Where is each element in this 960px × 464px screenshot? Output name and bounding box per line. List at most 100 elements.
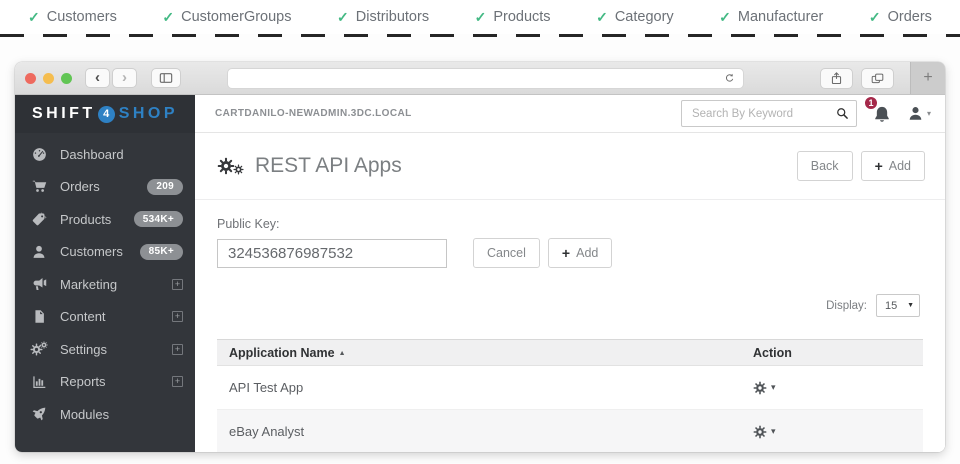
check-item-customergroups: ✓ CustomerGroups	[162, 9, 291, 26]
expand-icon[interactable]: +	[172, 376, 183, 387]
person-icon	[30, 244, 48, 260]
check-item-distributors: ✓ Distributors	[337, 9, 429, 26]
add-app-button[interactable]: + Add	[861, 151, 925, 181]
check-icon: ✓	[475, 9, 487, 26]
form-add-button[interactable]: + Add	[548, 238, 612, 268]
check-item-orders: ✓ Orders	[869, 9, 932, 26]
sidebar-item-settings[interactable]: Settings +	[15, 333, 195, 366]
check-item-label: Orders	[888, 9, 932, 25]
display-label: Display:	[826, 300, 867, 312]
sidebar: SHIFT 4 SHOP Dashboard	[15, 95, 195, 452]
check-item-products: ✓ Products	[475, 9, 551, 26]
sidebar-item-label: Content	[60, 309, 106, 324]
address-bar[interactable]	[227, 68, 744, 89]
sidebar-toggle-button[interactable]	[151, 68, 181, 88]
caret-down-icon: ▾	[771, 382, 776, 393]
row-action-menu-button[interactable]: ▾	[753, 381, 923, 395]
table-header: Application Name▲ Action	[217, 339, 923, 366]
notification-badge: 1	[863, 95, 879, 111]
cancel-button[interactable]: Cancel	[473, 238, 540, 268]
browser-forward-button[interactable]: ›	[112, 68, 137, 88]
gear-icon	[753, 381, 767, 395]
sidebar-item-label: Marketing	[60, 277, 117, 292]
share-button[interactable]	[820, 68, 853, 89]
user-menu-button[interactable]: ▾	[907, 105, 931, 122]
page-header: REST API Apps Back + Add	[195, 133, 945, 200]
table-row: eBay Analyst ▾	[217, 410, 923, 452]
check-icon: ✓	[162, 9, 174, 26]
sidebar-item-customers[interactable]: Customers 85K+	[15, 236, 195, 269]
plus-icon: +	[562, 245, 570, 261]
display-select-value: 15	[885, 300, 897, 312]
customers-count-badge: 85K+	[140, 244, 183, 260]
browser-chrome: ‹ ›	[15, 62, 945, 95]
sidebar-toggle-icon	[158, 70, 174, 86]
logo-text-left: SHIFT	[32, 105, 96, 123]
sidebar-item-label: Dashboard	[60, 147, 124, 162]
sidebar-item-label: Products	[60, 212, 111, 227]
reload-icon[interactable]	[723, 72, 736, 85]
sidebar-item-modules[interactable]: Modules	[15, 398, 195, 431]
check-item-customers: ✓ Customers	[28, 9, 117, 26]
check-item-label: Category	[615, 9, 674, 25]
sidebar-item-reports[interactable]: Reports +	[15, 366, 195, 399]
expand-icon[interactable]: +	[172, 344, 183, 355]
close-window-button[interactable]	[25, 73, 36, 84]
table-row: API Test App ▾	[217, 366, 923, 410]
sidebar-item-marketing[interactable]: Marketing +	[15, 268, 195, 301]
back-button[interactable]: Back	[797, 151, 853, 181]
check-icon: ✓	[719, 9, 731, 26]
tab-overview-button[interactable]	[861, 68, 894, 89]
tags-icon	[30, 211, 48, 228]
sidebar-item-label: Orders	[60, 179, 100, 194]
app-name: eBay Analyst	[217, 424, 745, 439]
search-input[interactable]	[681, 100, 857, 127]
expand-icon[interactable]: +	[172, 311, 183, 322]
admin-app: SHIFT 4 SHOP Dashboard	[15, 95, 945, 452]
traffic-lights	[25, 73, 72, 84]
rocket-icon	[30, 406, 48, 422]
sidebar-item-dashboard[interactable]: Dashboard	[15, 138, 195, 171]
notifications-button[interactable]: 1	[872, 103, 892, 125]
search-icon[interactable]	[835, 106, 850, 121]
row-action-menu-button[interactable]: ▾	[753, 425, 923, 439]
sidebar-item-orders[interactable]: Orders 209	[15, 171, 195, 204]
apps-table: Application Name▲ Action API Test App ▾	[217, 339, 923, 452]
expand-icon[interactable]: +	[172, 279, 183, 290]
browser-back-button[interactable]: ‹	[85, 68, 110, 88]
document-icon	[30, 309, 48, 324]
sidebar-item-label: Modules	[60, 407, 109, 422]
public-key-input[interactable]	[217, 239, 447, 268]
page-content: REST API Apps Back + Add Public Key:	[195, 133, 945, 452]
form-add-label: Add	[576, 246, 598, 260]
page-title: REST API Apps	[255, 154, 402, 178]
logo-digit: 4	[98, 106, 115, 123]
logo-text-right: SHOP	[119, 105, 178, 123]
divider-dashed	[0, 34, 960, 37]
user-icon	[907, 105, 924, 122]
zoom-window-button[interactable]	[61, 73, 72, 84]
check-item-label: Distributors	[356, 9, 429, 25]
check-icon: ✓	[869, 9, 881, 26]
display-control: Display: 15 ▼	[195, 268, 945, 327]
sidebar-nav: Dashboard Orders 209	[15, 133, 195, 431]
browser-window: ‹ ›	[15, 62, 945, 452]
caret-down-icon: ▾	[771, 426, 776, 437]
tabs-icon	[870, 71, 885, 86]
shift4shop-logo[interactable]: SHIFT 4 SHOP	[15, 95, 195, 133]
share-icon	[829, 71, 844, 86]
minimize-window-button[interactable]	[43, 73, 54, 84]
url-input[interactable]	[235, 71, 723, 85]
cart-icon	[30, 178, 48, 195]
new-tab-button[interactable]: +	[910, 62, 945, 94]
sidebar-item-content[interactable]: Content +	[15, 301, 195, 334]
sidebar-item-label: Reports	[60, 374, 106, 389]
column-application-name[interactable]: Application Name	[229, 346, 335, 360]
sort-asc-icon: ▲	[339, 350, 346, 357]
display-select[interactable]: 15 ▼	[876, 294, 920, 317]
check-icon: ✓	[28, 9, 40, 26]
gears-icon	[30, 343, 48, 356]
admin-header: CARTDANILO-NEWADMIN.3DC.LOCAL	[195, 95, 945, 133]
sidebar-item-products[interactable]: Products 534K+	[15, 203, 195, 236]
sidebar-item-label: Customers	[60, 244, 123, 259]
